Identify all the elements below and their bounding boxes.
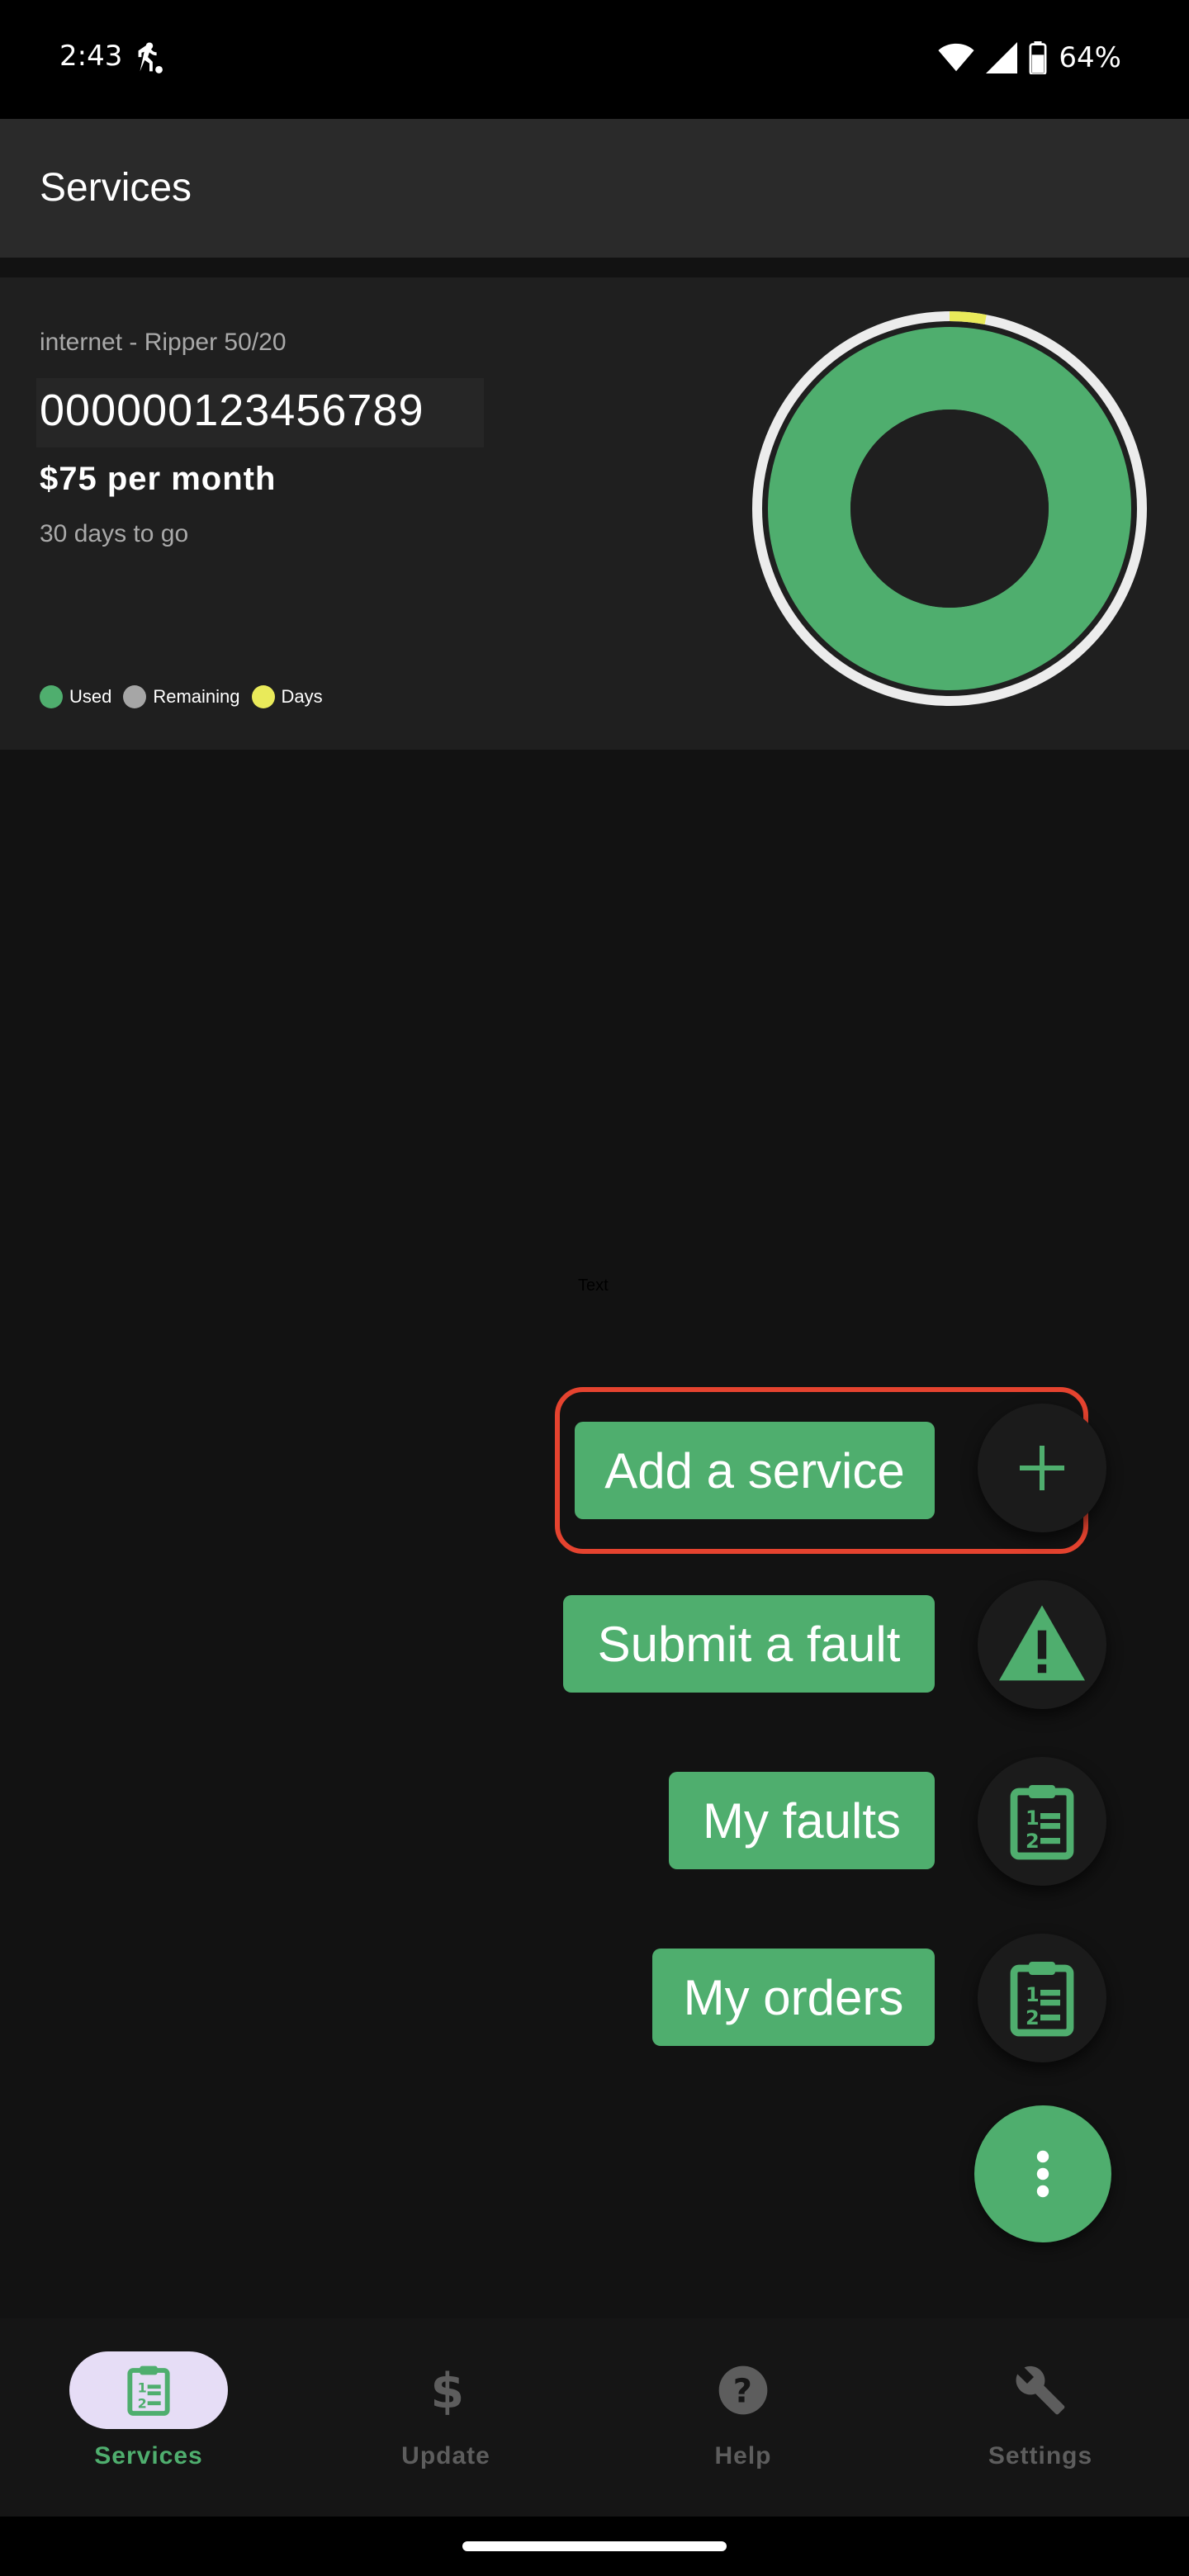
nav-label-help: Help	[714, 2442, 772, 2469]
nav-item-settings[interactable]: Settings	[892, 2351, 1189, 2500]
svg-text:1: 1	[138, 2380, 147, 2396]
service-price: $75 per month	[40, 461, 277, 497]
my-faults-label: My faults	[702, 1792, 902, 1849]
submit-fault-fab[interactable]	[978, 1580, 1106, 1709]
nav-label-services: Services	[94, 2442, 203, 2469]
service-card[interactable]: internet - Ripper 50/20 000000123456789 …	[0, 277, 1189, 750]
activity-icon	[138, 42, 163, 73]
signal-icon	[986, 42, 1018, 73]
status-time: 2:43	[59, 40, 123, 73]
svg-text:1: 1	[1026, 1807, 1040, 1830]
nav-item-services[interactable]: 1 2 Services	[0, 2351, 297, 2500]
add-service-label: Add a service	[604, 1442, 905, 1499]
nav-label-update: Update	[401, 2442, 490, 2469]
usage-legend: Used Remaining Days	[40, 685, 334, 708]
add-service-fab[interactable]	[978, 1404, 1106, 1532]
svg-text:1: 1	[1026, 1983, 1040, 2006]
nav-label-settings: Settings	[988, 2442, 1093, 2469]
clipboard-list-icon: 1 2	[1010, 1785, 1074, 1860]
plus-icon	[1020, 1446, 1064, 1490]
nav-pill-services: 1 2	[69, 2351, 228, 2429]
service-number: 000000123456789	[40, 386, 424, 435]
donut-center	[850, 410, 1049, 608]
nav-pill-update: $	[367, 2351, 525, 2429]
legend-label-remaining: Remaining	[153, 686, 240, 707]
battery-percentage: 64%	[1059, 41, 1121, 74]
placeholder-text: Text	[578, 1276, 609, 1295]
nav-item-update[interactable]: $ Update	[297, 2351, 594, 2500]
submit-fault-label: Submit a fault	[597, 1616, 901, 1672]
gesture-navigation-area	[0, 2517, 1189, 2576]
battery-icon	[1029, 41, 1047, 74]
nav-pill-help: ?	[664, 2351, 822, 2429]
nav-pill-settings	[961, 2351, 1120, 2429]
legend-dot-remaining	[123, 685, 147, 708]
legend-label-days: Days	[281, 686, 323, 707]
clipboard-list-icon: 1 2	[127, 2365, 170, 2416]
bottom-navigation: 1 2 Services $ Update ? Help Settings	[0, 2318, 1189, 2517]
submit-fault-label-button[interactable]: Submit a fault	[563, 1595, 935, 1693]
legend-dot-days	[251, 685, 275, 708]
svg-text:2: 2	[1026, 2006, 1040, 2029]
help-circle-icon: ?	[718, 2365, 768, 2415]
add-service-label-button[interactable]: Add a service	[575, 1422, 935, 1519]
status-bar: 2:43 64%	[0, 0, 1189, 119]
speed-dial-fab[interactable]	[974, 2105, 1111, 2242]
nav-item-help[interactable]: ? Help	[594, 2351, 892, 2500]
svg-text:2: 2	[138, 2395, 147, 2411]
usage-donut-chart	[752, 311, 1147, 706]
legend-item-remaining: Remaining	[123, 685, 240, 708]
my-orders-label: My orders	[683, 1969, 904, 2025]
legend-dot-used	[40, 685, 63, 708]
status-icons: 64%	[938, 41, 1121, 74]
legend-item-used: Used	[40, 685, 111, 708]
my-faults-label-button[interactable]: My faults	[669, 1772, 935, 1869]
svg-text:2: 2	[1026, 1830, 1040, 1853]
page-title: Services	[40, 166, 192, 210]
my-orders-label-button[interactable]: My orders	[652, 1949, 935, 2046]
legend-label-used: Used	[69, 686, 112, 707]
legend-item-days: Days	[251, 685, 323, 708]
wrench-icon	[1016, 2365, 1065, 2415]
warning-icon	[999, 1605, 1085, 1681]
donut-days-arc	[949, 311, 987, 325]
dollar-icon: $	[430, 2364, 462, 2417]
my-orders-fab[interactable]: 1 2	[978, 1934, 1106, 2062]
more-vert-icon	[1036, 2150, 1049, 2198]
app-bar: Services	[0, 119, 1189, 258]
wifi-icon	[938, 43, 975, 72]
svg-text:?: ?	[733, 2373, 752, 2411]
home-gesture-bar[interactable]	[462, 2541, 727, 2551]
service-days-left: 30 days to go	[40, 520, 189, 547]
service-name: internet - Ripper 50/20	[40, 329, 287, 356]
clipboard-list-icon: 1 2	[1010, 1962, 1074, 2037]
svg-text:$: $	[430, 2364, 462, 2417]
my-faults-fab[interactable]: 1 2	[978, 1757, 1106, 1886]
